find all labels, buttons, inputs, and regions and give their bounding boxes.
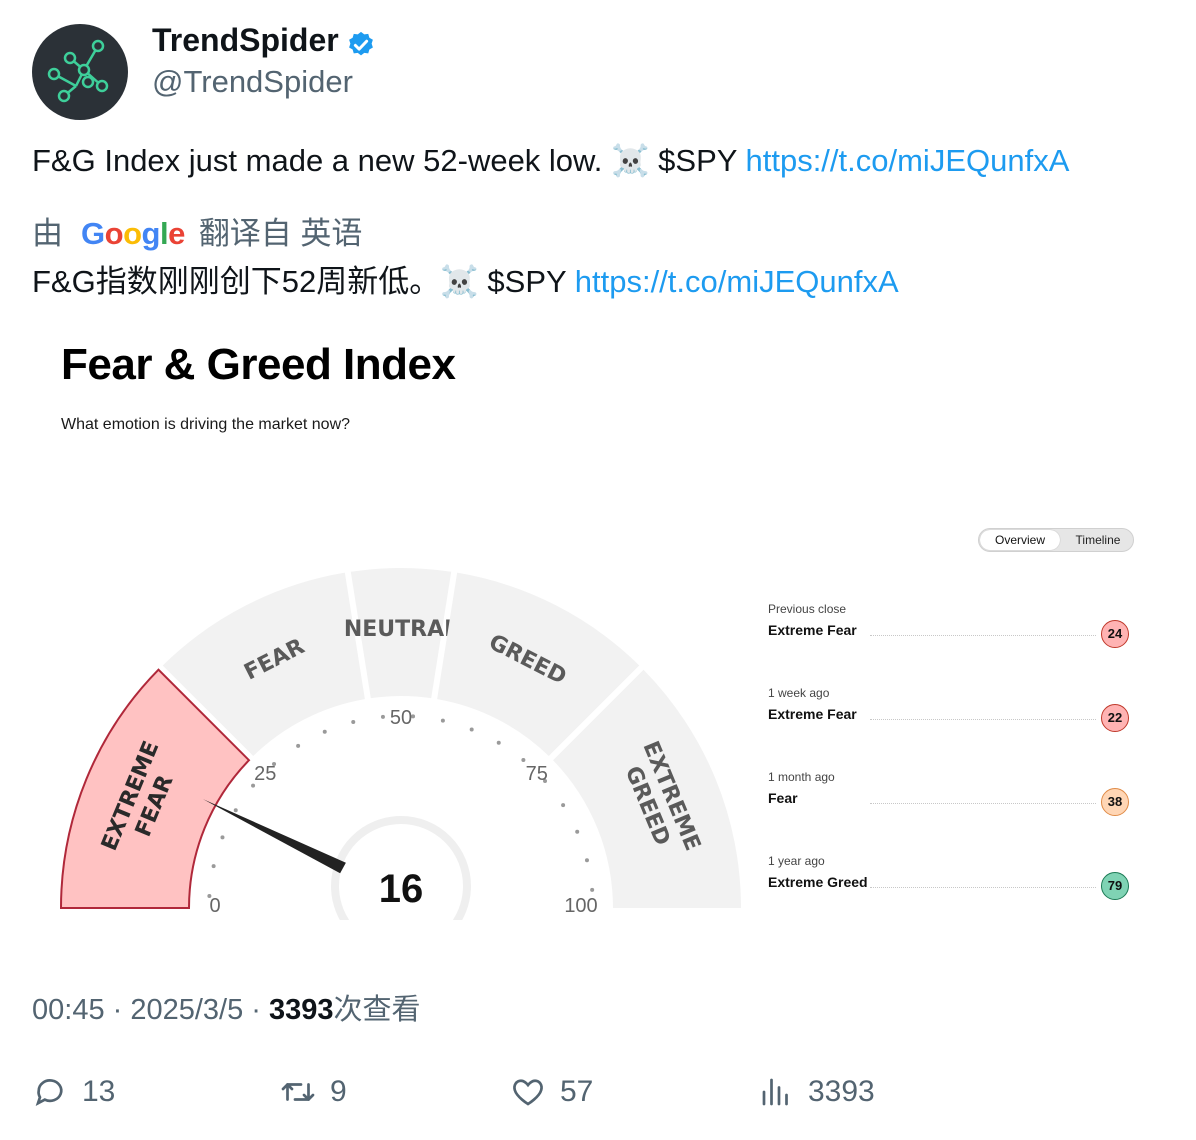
gauge-tick-label: 25 [254,763,276,785]
toggle-timeline[interactable]: Timeline [1063,530,1133,550]
history-score-badge: 24 [1101,620,1129,648]
heart-icon [513,1079,543,1106]
gauge-dot [440,718,445,723]
retweet-button[interactable]: 9 [280,1072,347,1112]
translated-text: F&G指数刚刚创下52周新低。☠️ $SPY https://t.co/miJE… [32,256,899,301]
avatar[interactable] [32,24,128,120]
history-score-badge: 38 [1101,788,1129,816]
trendspider-logo-icon [47,39,109,103]
card-title: Fear & Greed Index [61,340,456,389]
gauge-tick-label: 75 [526,763,548,785]
gauge-zone-label: NEUTRAL [344,617,458,642]
translate-suffix: 翻译自 英语 [198,216,363,251]
history-leader [870,887,1096,888]
view-count: 3393 [269,994,334,1026]
history-score-badge: 79 [1101,872,1129,900]
reply-count: 13 [82,1075,116,1108]
history-period: 1 year ago [768,854,825,868]
history-leader [870,803,1096,804]
translate-prefix: 由 [32,216,63,251]
tweet-time[interactable]: 00:45 [32,994,105,1026]
reply-icon [35,1079,63,1107]
views-count: 3393 [808,1075,875,1108]
history-period: Previous close [768,602,847,616]
handle[interactable]: @TrendSpider [152,64,353,100]
translated-link[interactable]: https://t.co/miJEQunfxA [575,264,899,299]
gauge-dot [220,835,225,840]
translation-source[interactable]: 由 Google 翻译自 英语 [32,208,362,253]
tweet-date[interactable]: 2025/3/5 [130,994,243,1026]
history-rating: Extreme Greed [768,874,868,890]
gauge-dot [561,803,566,808]
history-period: 1 month ago [768,770,835,784]
view-suffix: 次查看 [333,994,421,1026]
gauge-dot [351,720,356,725]
gauge-needle [202,799,346,874]
history-rating: Fear [768,790,798,806]
retweet-count: 9 [330,1075,347,1108]
gauge-dot [584,858,589,863]
card-subtitle: What emotion is driving the market now? [61,416,351,433]
translated-body: F&G指数刚刚创下52周新低。☠️ $SPY [32,264,575,299]
history-leader [870,635,1096,636]
fear-greed-gauge: EXTREMEFEARFEARNEUTRALGREEDEXTREMEGREED0… [59,568,741,920]
tweet-link[interactable]: https://t.co/miJEQunfxA [745,143,1069,178]
gauge-dot [469,727,474,732]
retweet-icon [281,1083,315,1101]
history-score-badge: 22 [1101,704,1129,732]
gauge-tick-label: 100 [564,895,597,917]
gauge-dot [211,864,216,869]
toggle-overview[interactable]: Overview [980,530,1060,550]
gauge-dot [296,743,301,748]
gauge-dot [575,829,580,834]
gauge-dot [590,887,595,892]
gauge-dot [233,808,238,813]
like-count: 57 [560,1075,594,1108]
gauge-value: 16 [379,867,424,911]
views-button[interactable]: 3393 [758,1072,875,1112]
google-logo: Google [81,216,185,251]
gauge-tick-label: 0 [209,895,220,917]
gauge-dot [380,714,385,719]
gauge-dot [322,729,327,734]
tweet-meta: 00:45 · 2025/3/5 · 3393次查看 [32,994,421,1026]
tweet-body: F&G Index just made a new 52-week low. ☠… [32,143,746,178]
view-toggle[interactable]: Overview Timeline [978,528,1134,552]
tweet-text: F&G Index just made a new 52-week low. ☠… [32,142,1069,179]
verified-badge-icon [349,31,373,56]
history-period: 1 week ago [768,686,830,700]
history-leader [870,719,1096,720]
display-name[interactable]: TrendSpider [152,22,339,59]
gauge-dot [521,758,526,763]
like-button[interactable]: 57 [510,1072,593,1112]
history-rating: Extreme Fear [768,622,857,638]
history-rating: Extreme Fear [768,706,857,722]
gauge-dot [496,740,501,745]
gauge-tick-label: 50 [390,707,412,729]
reply-button[interactable]: 13 [32,1072,115,1112]
analytics-icon [762,1078,788,1106]
